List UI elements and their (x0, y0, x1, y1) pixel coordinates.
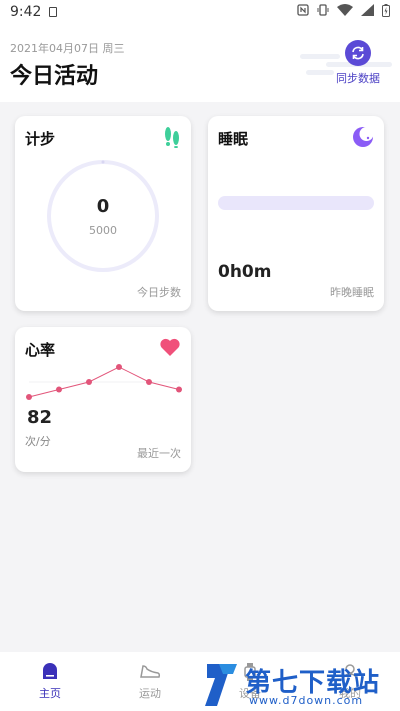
heart-rate-title: 心率 (25, 341, 56, 359)
nav-sport[interactable]: 运动 (100, 652, 200, 711)
nav-home[interactable]: 主页 (0, 652, 100, 711)
sleep-title: 睡眠 (218, 130, 249, 148)
status-time: 9:42 (10, 4, 42, 20)
steps-card[interactable]: 计步 0 5000 今日步数 (15, 116, 191, 311)
footprints-icon (163, 126, 181, 152)
sleep-value: 0h0m (218, 262, 272, 282)
sleep-footer: 昨晚睡眠 (330, 286, 374, 299)
sleep-card[interactable]: 睡眠 0h0m 昨晚睡眠 (208, 116, 384, 311)
sleep-bar (218, 196, 374, 210)
status-bar: 9:42 (0, 0, 400, 24)
heart-rate-point (146, 379, 152, 385)
watermark-url: www.d7down.com (249, 694, 364, 707)
heart-rate-value: 82 (27, 407, 53, 428)
heart-rate-point (86, 379, 92, 385)
steps-title: 计步 (25, 130, 56, 148)
heart-rate-footer: 最近一次 (137, 447, 181, 460)
heart-rate-chart (26, 364, 182, 400)
steps-footer: 今日步数 (137, 286, 181, 299)
heart-rate-point (56, 386, 62, 393)
sim-card-icon (49, 7, 58, 17)
sync-label: 同步数据 (336, 72, 380, 85)
steps-progress-ring: 0 5000 (45, 158, 161, 274)
nfc-icon (297, 4, 309, 20)
watermark: 第七下载站 www.d7down.com (203, 660, 398, 710)
sync-data-button[interactable]: 同步数据 (330, 40, 386, 86)
page-title: 今日活动 (10, 64, 99, 89)
heart-rate-point (116, 364, 122, 370)
heart-icon (159, 337, 181, 361)
signal-icon (361, 4, 374, 20)
heart-rate-card[interactable]: 心率 82 次/分 最近一次 (15, 327, 191, 472)
battery-icon (382, 3, 390, 21)
heart-rate-unit: 次/分 (25, 435, 51, 448)
heart-rate-point (26, 394, 32, 400)
steps-goal: 5000 (89, 224, 117, 237)
heart-rate-point (176, 386, 182, 393)
page-header: 2021年04月07日 周三 今日活动 同步数据 (0, 24, 400, 102)
sync-icon (345, 40, 371, 66)
shoe-icon (140, 664, 161, 678)
vibrate-icon (317, 4, 329, 20)
nav-sport-label: 运动 (139, 686, 161, 700)
steps-value: 0 (96, 196, 110, 217)
home-icon (43, 662, 57, 679)
status-icons (297, 3, 390, 21)
nav-home-label: 主页 (39, 686, 61, 700)
wifi-icon (337, 4, 353, 20)
moon-icon (352, 126, 374, 152)
header-date: 2021年04月07日 周三 (10, 42, 125, 55)
